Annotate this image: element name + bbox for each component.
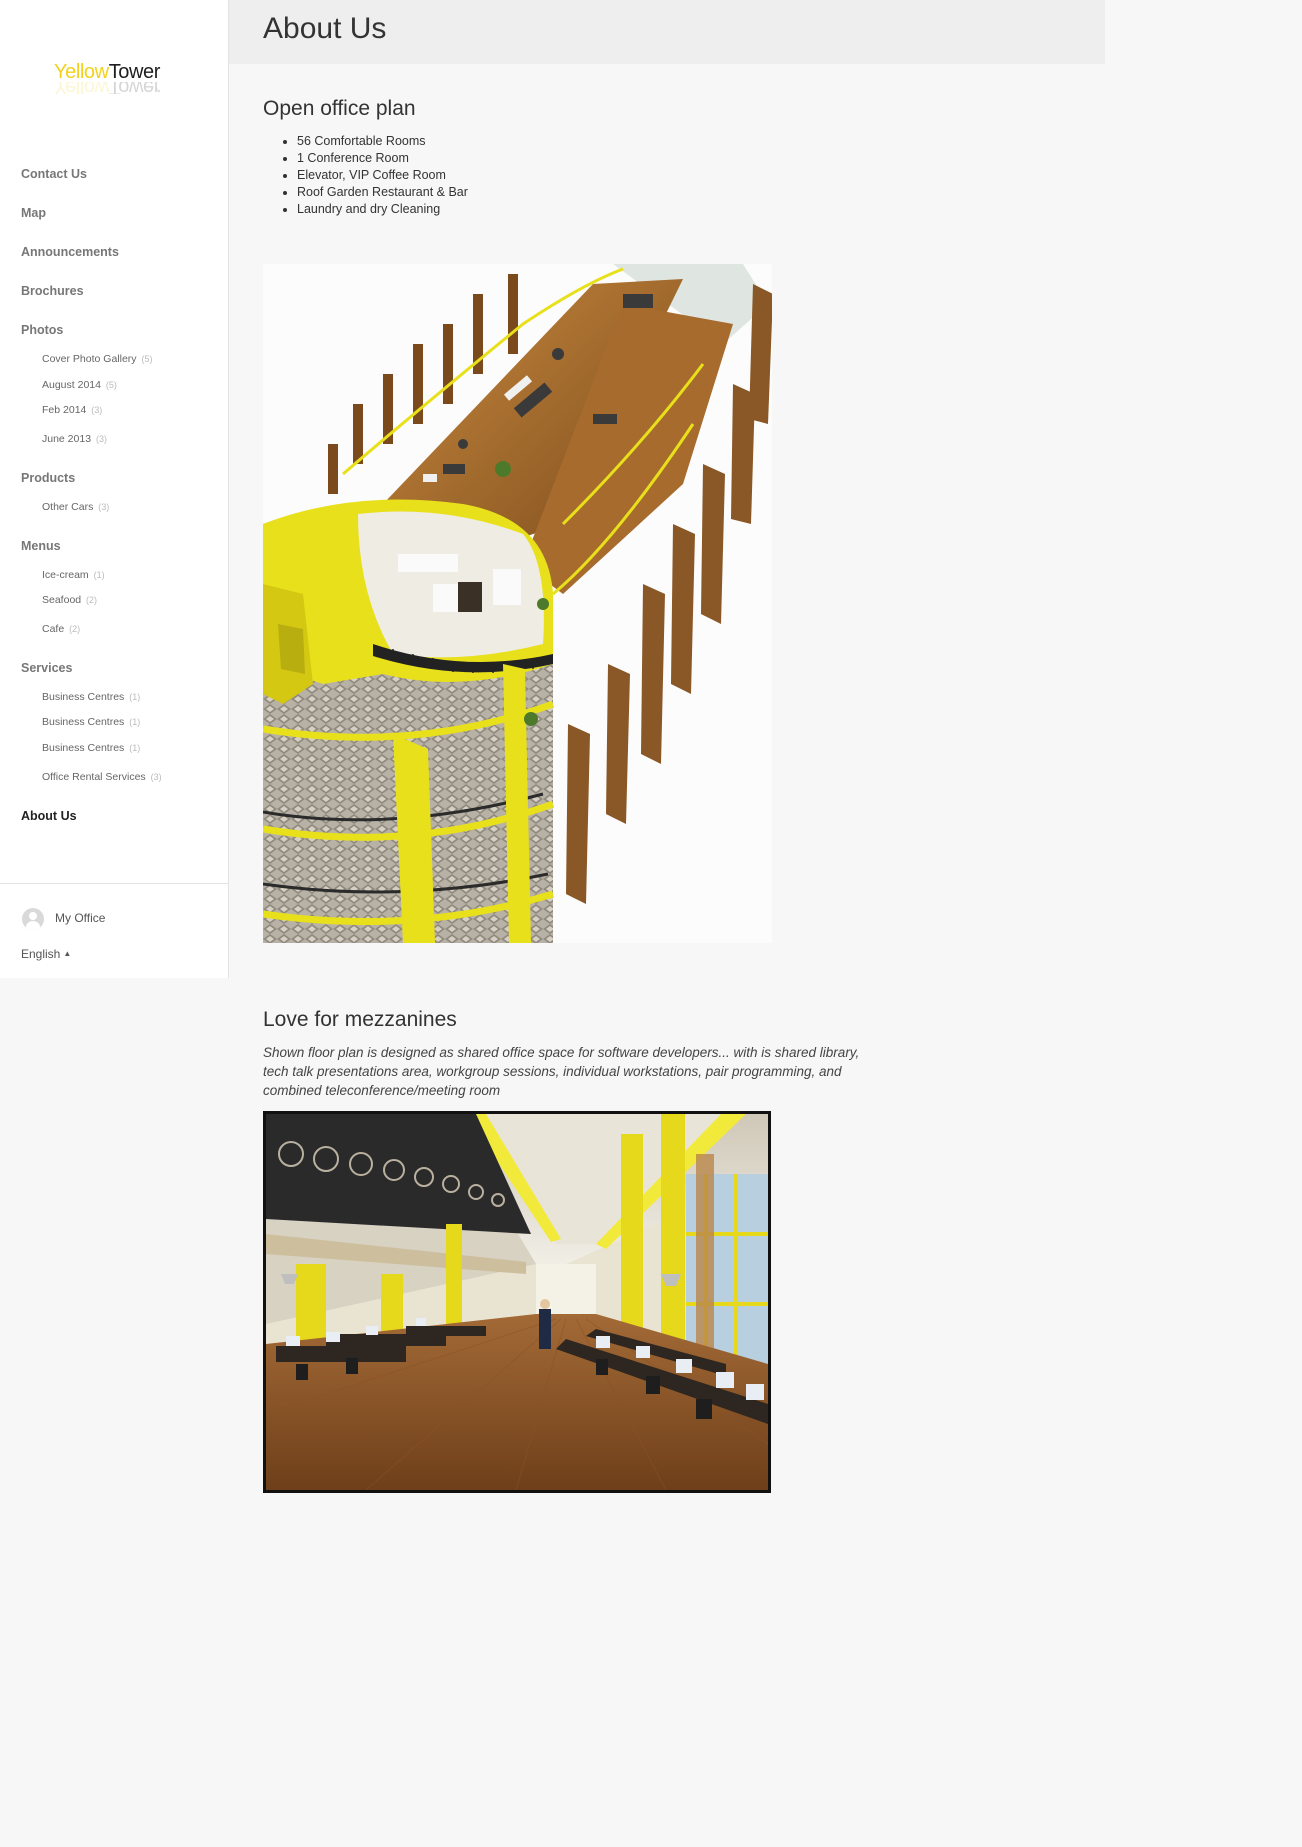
sub-item-count: (2) xyxy=(86,595,98,605)
sub-item-count: (3) xyxy=(91,405,103,415)
sub-item-label: Cafe xyxy=(42,623,65,635)
nav-announcements[interactable]: Announcements xyxy=(21,245,119,259)
list-item: 56 Comfortable Rooms xyxy=(297,133,468,150)
language-label: English xyxy=(21,947,61,961)
sub-item-label: August 2014 xyxy=(42,379,101,391)
sub-item-label: Other Cars xyxy=(42,501,94,513)
sub-item-june-2013[interactable]: June 2013 (3) xyxy=(42,433,107,445)
logo-reflection-tower: Tower xyxy=(108,82,161,94)
logo-reflection-yellow: Yellow xyxy=(54,82,109,94)
page-header: About Us xyxy=(229,0,1105,64)
sub-item-count: (1) xyxy=(129,743,141,753)
mezzanine-office-image xyxy=(263,1111,771,1493)
sub-item-label: Business Centres xyxy=(42,691,125,703)
sub-item-business-centres-2[interactable]: Business Centres (1) xyxy=(42,716,140,728)
sub-item-business-centres-3[interactable]: Business Centres (1) xyxy=(42,742,140,754)
section-heading-open-office: Open office plan xyxy=(263,97,416,120)
logo-text-tower: Tower xyxy=(108,61,161,83)
features-list: 56 Comfortable Rooms 1 Conference Room E… xyxy=(263,133,468,218)
section-description: Shown floor plan is designed as shared o… xyxy=(263,1045,860,1098)
building-cutaway-image xyxy=(263,264,772,943)
sub-item-cafe[interactable]: Cafe (2) xyxy=(42,623,80,635)
sub-item-ice-cream[interactable]: Ice-cream (1) xyxy=(42,569,105,581)
nav-map[interactable]: Map xyxy=(21,206,46,220)
sub-item-label: Cover Photo Gallery xyxy=(42,353,137,365)
sub-item-business-centres-1[interactable]: Business Centres (1) xyxy=(42,691,140,703)
sub-item-feb-2014[interactable]: Feb 2014 (3) xyxy=(42,404,102,416)
nav-brochures[interactable]: Brochures xyxy=(21,284,84,298)
my-office-link[interactable]: My Office xyxy=(55,911,105,925)
sub-item-count: (3) xyxy=(98,502,110,512)
sub-item-count: (5) xyxy=(105,380,117,390)
list-item: Roof Garden Restaurant & Bar xyxy=(297,184,468,201)
nav-services[interactable]: Services xyxy=(21,661,72,675)
sub-item-label: June 2013 xyxy=(42,433,92,445)
sub-item-cover-photo-gallery[interactable]: Cover Photo Gallery (5) xyxy=(42,353,152,365)
list-item: Laundry and dry Cleaning xyxy=(297,201,468,218)
sub-item-august-2014[interactable]: August 2014 (5) xyxy=(42,379,117,391)
sub-item-label: Business Centres xyxy=(42,742,125,754)
sub-item-label: Ice-cream xyxy=(42,569,89,581)
nav-contact-us[interactable]: Contact Us xyxy=(21,167,87,181)
sub-item-count: (1) xyxy=(129,692,141,702)
building-cutaway-illustration xyxy=(263,264,772,943)
logo-reflection: YellowTower xyxy=(54,82,194,94)
section-heading-mezzanines: Love for mezzanines xyxy=(263,1008,457,1031)
sub-item-label: Business Centres xyxy=(42,716,125,728)
language-selector[interactable]: English ▲ xyxy=(21,947,71,961)
sub-item-label: Feb 2014 xyxy=(42,404,87,416)
nav-photos[interactable]: Photos xyxy=(21,323,63,337)
mezzanine-office-illustration xyxy=(266,1114,768,1490)
nav-about-us[interactable]: About Us xyxy=(21,809,77,823)
caret-up-icon: ▲ xyxy=(63,949,72,958)
sub-item-label: Office Rental Services xyxy=(42,771,146,783)
sidebar-footer: My Office English ▲ xyxy=(0,883,228,979)
page-title: About Us xyxy=(263,12,387,45)
sub-item-other-cars[interactable]: Other Cars (3) xyxy=(42,501,109,513)
list-item: 1 Conference Room xyxy=(297,150,468,167)
sub-item-office-rental-services[interactable]: Office Rental Services (3) xyxy=(42,771,162,783)
sub-item-count: (2) xyxy=(69,624,81,634)
yellow-tower-logo[interactable]: YellowTower YellowTower xyxy=(54,60,194,100)
logo-text-yellow: Yellow xyxy=(54,61,109,83)
sub-item-label: Seafood xyxy=(42,594,82,606)
sub-item-seafood[interactable]: Seafood (2) xyxy=(42,594,97,606)
sub-item-count: (3) xyxy=(150,772,162,782)
nav-menus[interactable]: Menus xyxy=(21,539,61,553)
sub-item-count: (1) xyxy=(129,717,141,727)
list-item: Elevator, VIP Coffee Room xyxy=(297,167,468,184)
sub-item-count: (1) xyxy=(93,570,105,580)
sub-item-count: (3) xyxy=(95,434,107,444)
sub-item-count: (5) xyxy=(141,354,153,364)
sidebar: YellowTower YellowTower Contact Us Map A… xyxy=(0,0,229,978)
nav-products[interactable]: Products xyxy=(21,471,75,485)
avatar[interactable] xyxy=(22,908,44,930)
